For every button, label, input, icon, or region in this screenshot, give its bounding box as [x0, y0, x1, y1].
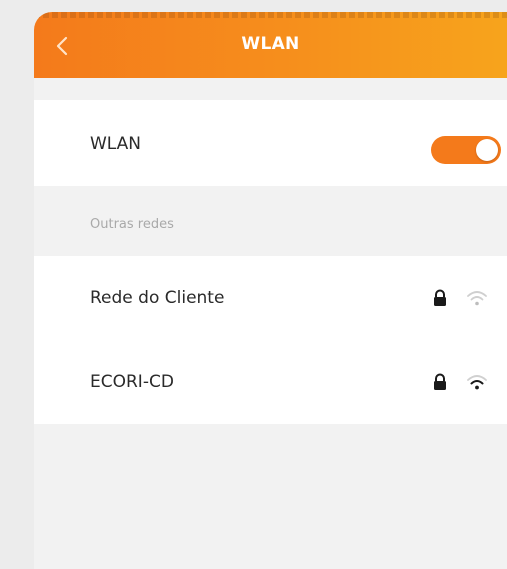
wlan-toggle-row: WLAN: [34, 100, 507, 186]
header-bar: WLAN: [34, 12, 507, 78]
wifi-weak-icon: [467, 291, 487, 306]
section-heading: Outras redes: [90, 217, 174, 232]
status-bar: [34, 12, 507, 18]
lock-icon: [434, 289, 446, 306]
page-title: WLAN: [241, 34, 300, 54]
network-ssid: ECORI-CD: [90, 372, 174, 392]
wlan-toggle[interactable]: [431, 136, 501, 164]
toggle-knob: [476, 139, 498, 161]
network-item[interactable]: Rede do Cliente: [34, 256, 507, 340]
phone-screen: WLAN WLAN Outras redes Rede do Cliente E…: [34, 12, 507, 569]
lock-icon: [434, 373, 446, 390]
network-ssid: Rede do Cliente: [90, 288, 225, 308]
network-item[interactable]: ECORI-CD: [34, 340, 507, 424]
app-screen: WLAN WLAN Outras redes Rede do Cliente E…: [0, 0, 507, 569]
wifi-icon: [467, 375, 487, 390]
wlan-label: WLAN: [90, 134, 142, 154]
